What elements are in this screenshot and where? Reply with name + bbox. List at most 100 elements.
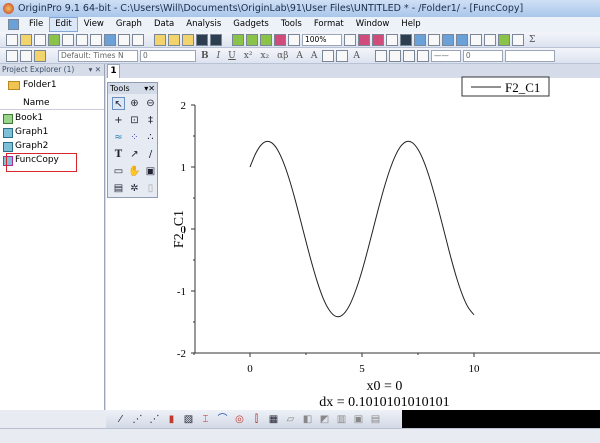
new-folder-icon[interactable]	[20, 33, 32, 46]
column-plot-icon[interactable]: ▮	[165, 413, 178, 426]
increase-font-button[interactable]: A	[293, 51, 306, 61]
open-template-icon[interactable]	[168, 33, 180, 46]
font-combo[interactable]: Default: Times N	[58, 49, 138, 62]
text-tool-icon[interactable]: T	[112, 148, 125, 161]
project-explorer-icon[interactable]	[442, 33, 454, 46]
menu-file[interactable]: File	[23, 17, 49, 32]
line-tool-icon[interactable]: /	[144, 148, 157, 161]
add-layer-icon[interactable]: ▤	[369, 413, 382, 426]
open-excel-icon[interactable]	[182, 33, 194, 46]
arrange-icon[interactable]: ▥	[335, 413, 348, 426]
app-icon[interactable]	[3, 3, 14, 14]
menu-gadgets[interactable]: Gadgets	[227, 17, 275, 32]
tools-close[interactable]: ▾✕	[144, 83, 155, 94]
open-icon[interactable]	[154, 33, 166, 46]
statistics-plot-icon[interactable]: ⌶	[199, 413, 212, 426]
menu-view[interactable]: View	[78, 17, 110, 32]
data-selector-icon[interactable]: ‡	[144, 114, 157, 127]
line-width-combo[interactable]: 0	[462, 49, 503, 62]
copy-icon[interactable]	[20, 49, 32, 62]
scatter-mask-icon[interactable]: ∴	[144, 131, 157, 144]
merge-icon[interactable]: ◩	[318, 413, 331, 426]
recalculate-icon[interactable]	[274, 33, 286, 46]
subscript-button[interactable]: x₂	[257, 51, 272, 61]
superscript-button[interactable]: x²	[241, 51, 256, 61]
script-window-icon[interactable]	[484, 33, 496, 46]
font-size-combo[interactable]: 0	[140, 49, 196, 62]
hand-tool-icon[interactable]: ✋	[128, 165, 141, 178]
menu-tools[interactable]: Tools	[275, 17, 308, 32]
zoom-combo[interactable]: 100%	[302, 33, 342, 46]
arrow-tool-icon[interactable]: ↗	[128, 148, 141, 161]
new-notes-icon[interactable]	[118, 33, 130, 46]
new-3d-icon[interactable]	[132, 33, 144, 46]
menu-window[interactable]: Window	[350, 17, 396, 32]
template-icon[interactable]: ▱	[284, 413, 297, 426]
line-plot-icon[interactable]: ⁄	[114, 413, 127, 426]
code-builder-icon[interactable]	[400, 33, 412, 46]
import-icon[interactable]	[232, 33, 244, 46]
stock-plot-icon[interactable]: ⫿	[250, 413, 263, 426]
new-layout-icon[interactable]	[104, 33, 116, 46]
font-color-button[interactable]: A	[350, 51, 363, 61]
import-multiple-icon[interactable]	[260, 33, 272, 46]
command-window-icon[interactable]	[428, 33, 440, 46]
new-function-icon[interactable]	[90, 33, 102, 46]
list-item-graph2[interactable]: Graph2	[3, 140, 48, 153]
name-column-header[interactable]: Name	[0, 97, 104, 110]
menu-help[interactable]: Help	[395, 17, 426, 32]
list-item-book1[interactable]: Book1	[3, 112, 43, 125]
align-icon[interactable]	[322, 49, 335, 62]
line-symbol-plot-icon[interactable]: ⋰	[148, 413, 161, 426]
messages-icon[interactable]	[470, 33, 482, 46]
pointer-tool-icon[interactable]: ↖	[112, 97, 125, 110]
batch-icon[interactable]	[288, 33, 300, 46]
line-style-combo[interactable]: ——	[430, 49, 461, 62]
area-plot-icon[interactable]: ⌒	[216, 413, 229, 426]
scatter-plot-icon[interactable]: ⋰	[131, 413, 144, 426]
paste-icon[interactable]	[34, 49, 46, 62]
pen-color-icon[interactable]	[402, 49, 415, 62]
folder-tree-item[interactable]: Folder1	[8, 77, 96, 93]
contour-plot-icon[interactable]: ▧	[182, 413, 195, 426]
extract-icon[interactable]: ▣	[352, 413, 365, 426]
line-color-icon[interactable]	[388, 49, 401, 62]
new-excel-icon[interactable]	[48, 33, 60, 46]
image-tool-icon[interactable]: ▣	[144, 165, 157, 178]
save-template-icon[interactable]	[210, 33, 222, 46]
greek-button[interactable]: αβ	[274, 51, 291, 61]
layer-tab-1[interactable]: 1	[107, 64, 120, 78]
new-graph-icon[interactable]	[62, 33, 74, 46]
import-ascii-icon[interactable]	[246, 33, 258, 46]
polar-plot-icon[interactable]: ◎	[233, 413, 246, 426]
insert-graph-icon[interactable]: ▤	[112, 182, 125, 195]
decrease-font-button[interactable]: A	[308, 51, 321, 61]
italic-button[interactable]: I	[214, 51, 224, 61]
new-workbook-icon[interactable]	[34, 33, 46, 46]
fill-color-icon[interactable]	[374, 49, 387, 62]
region-mask-icon[interactable]: ≈	[112, 131, 125, 144]
menu-analysis[interactable]: Analysis	[180, 17, 227, 32]
3d-plot-icon[interactable]: ▦	[267, 413, 280, 426]
symbol-icon[interactable]	[416, 49, 429, 62]
draw-data-icon[interactable]: ⁘	[128, 131, 141, 144]
refresh-icon[interactable]	[372, 33, 384, 46]
screen-reader-icon[interactable]: +	[112, 114, 125, 127]
copy-format-icon[interactable]: ▯	[144, 182, 157, 195]
layer-icon[interactable]: ◧	[301, 413, 314, 426]
list-item-graph1[interactable]: Graph1	[3, 126, 48, 139]
apps-icon[interactable]	[498, 33, 510, 46]
save-icon[interactable]	[196, 33, 208, 46]
results-log-icon[interactable]	[414, 33, 426, 46]
gear-icon[interactable]: ✲	[128, 182, 141, 195]
menu-edit[interactable]: Edit	[49, 17, 78, 32]
zoom-in-tool-icon[interactable]: ⊕	[128, 97, 141, 110]
new-matrix-icon[interactable]	[76, 33, 88, 46]
sigma-button[interactable]: Σ	[526, 35, 538, 45]
new-project-icon[interactable]	[6, 33, 18, 46]
cut-icon[interactable]	[6, 49, 18, 62]
pattern-icon[interactable]	[336, 49, 349, 62]
border-style-combo[interactable]	[504, 49, 555, 62]
add-column-icon[interactable]	[512, 33, 524, 46]
document-menu-icon[interactable]	[8, 19, 19, 30]
